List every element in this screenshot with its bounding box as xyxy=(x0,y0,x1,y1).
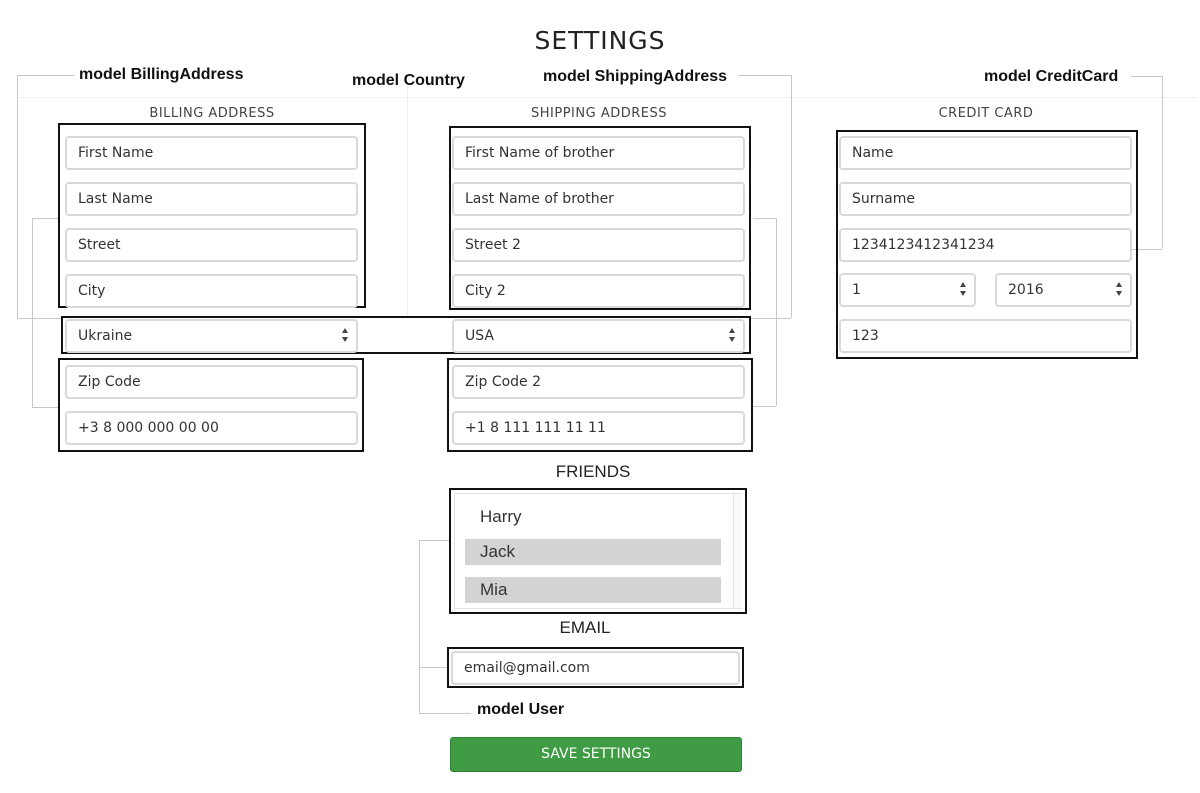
shipping-last-name-input[interactable]: Last Name of brother xyxy=(452,182,745,216)
model-credit-card-label: model CreditCard xyxy=(984,68,1119,85)
shipping-country-value: USA xyxy=(465,328,494,344)
cc-bracket-right xyxy=(1162,76,1163,249)
user-bracket-bottom xyxy=(419,713,471,714)
save-settings-button[interactable]: SAVE SETTINGS xyxy=(450,737,742,772)
shipping-zip-bracket-bottom xyxy=(753,406,776,407)
friend-option[interactable]: Jack xyxy=(465,539,721,565)
billing-first-name-input[interactable]: First Name xyxy=(65,136,358,170)
friends-scrollbar[interactable] xyxy=(733,494,742,608)
model-shipping-address-label: model ShippingAddress xyxy=(543,68,728,85)
billing-zip-input[interactable]: Zip Code xyxy=(65,365,358,399)
user-email-connector xyxy=(419,667,449,668)
billing-address-heading: BILLING ADDRESS xyxy=(149,106,275,121)
shipping-phone-input[interactable]: +1 8 111 111 11 11 xyxy=(452,411,745,445)
billing-street-input[interactable]: Street xyxy=(65,228,358,262)
shipping-bracket-right xyxy=(791,75,792,318)
shipping-zip-bracket-top xyxy=(753,218,776,219)
shipping-city-input[interactable]: City 2 xyxy=(452,274,745,308)
billing-bracket-bottom xyxy=(17,318,61,319)
cc-year-select[interactable]: 2016 xyxy=(995,273,1132,307)
billing-city-input[interactable]: City xyxy=(65,274,358,308)
page-title: SETTINGS xyxy=(534,26,666,55)
friends-listbox[interactable]: Harry Jack Mia xyxy=(454,493,742,609)
billing-bracket-left xyxy=(17,75,18,318)
billing-country-value: Ukraine xyxy=(78,328,133,344)
email-heading: EMAIL xyxy=(559,618,611,637)
model-billing-address-label: model BillingAddress xyxy=(79,66,244,83)
shipping-first-name-input[interactable]: First Name of brother xyxy=(452,136,745,170)
cc-month-select[interactable]: 1 xyxy=(839,273,976,307)
shipping-bracket-bottom xyxy=(751,318,791,319)
billing-last-name-input[interactable]: Last Name xyxy=(65,182,358,216)
friend-option[interactable]: Mia xyxy=(465,577,721,603)
cc-month-value: 1 xyxy=(852,282,861,298)
cc-name-input[interactable]: Name xyxy=(839,136,1132,170)
shipping-zip-input[interactable]: Zip Code 2 xyxy=(452,365,745,399)
cc-number-input[interactable]: 1234123412341234 xyxy=(839,228,1132,262)
credit-card-heading: CREDIT CARD xyxy=(938,106,1034,121)
country-bracket-bottom xyxy=(32,407,60,408)
country-bracket-left xyxy=(32,218,33,407)
header-divider xyxy=(17,97,1197,98)
cc-year-value: 2016 xyxy=(1008,282,1044,298)
user-bracket-left xyxy=(419,540,420,713)
shipping-zip-bracket-right xyxy=(776,218,777,406)
user-bracket-top xyxy=(419,540,451,541)
billing-phone-input[interactable]: +3 8 000 000 00 00 xyxy=(65,411,358,445)
billing-bracket-top xyxy=(17,75,74,76)
shipping-street-input[interactable]: Street 2 xyxy=(452,228,745,262)
model-country-label: model Country xyxy=(352,72,465,89)
shipping-address-heading: SHIPPING ADDRESS xyxy=(531,106,667,121)
shipping-country-select[interactable]: USA xyxy=(452,319,745,353)
model-user-label: model User xyxy=(477,701,565,718)
email-input[interactable]: email@gmail.com xyxy=(451,651,740,685)
country-connector xyxy=(407,82,408,318)
cc-surname-input[interactable]: Surname xyxy=(839,182,1132,216)
country-bracket-top xyxy=(32,218,60,219)
billing-country-select[interactable]: Ukraine xyxy=(65,319,358,353)
friend-option[interactable]: Harry xyxy=(465,504,721,530)
shipping-bracket-top xyxy=(738,75,791,76)
friends-heading: FRIENDS xyxy=(555,462,631,481)
cc-bracket-top xyxy=(1131,76,1162,77)
cc-cvv-input[interactable]: 123 xyxy=(839,319,1132,353)
